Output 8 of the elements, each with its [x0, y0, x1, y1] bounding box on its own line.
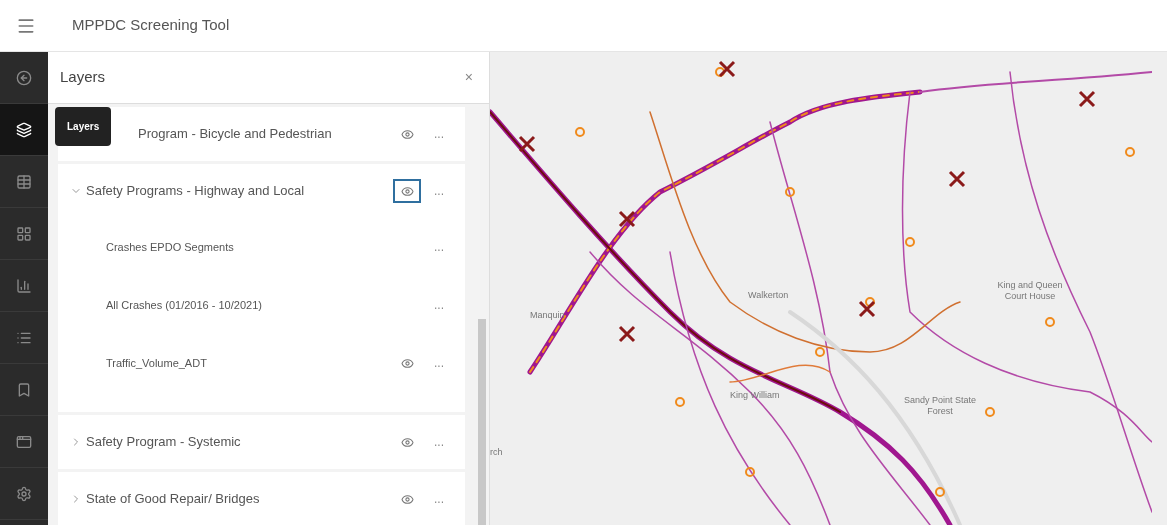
app-title: MPPDC Screening Tool: [72, 15, 230, 36]
map-label: King and Queen Court House: [996, 280, 1064, 303]
map-label: Sandy Point State Forest: [902, 395, 978, 418]
panel-title: Layers: [60, 67, 106, 88]
map-label: Manquin: [530, 310, 565, 322]
tooltip: Layers: [55, 107, 112, 146]
map-label: rch: [490, 447, 503, 459]
map-label: Walkerton: [748, 290, 789, 302]
